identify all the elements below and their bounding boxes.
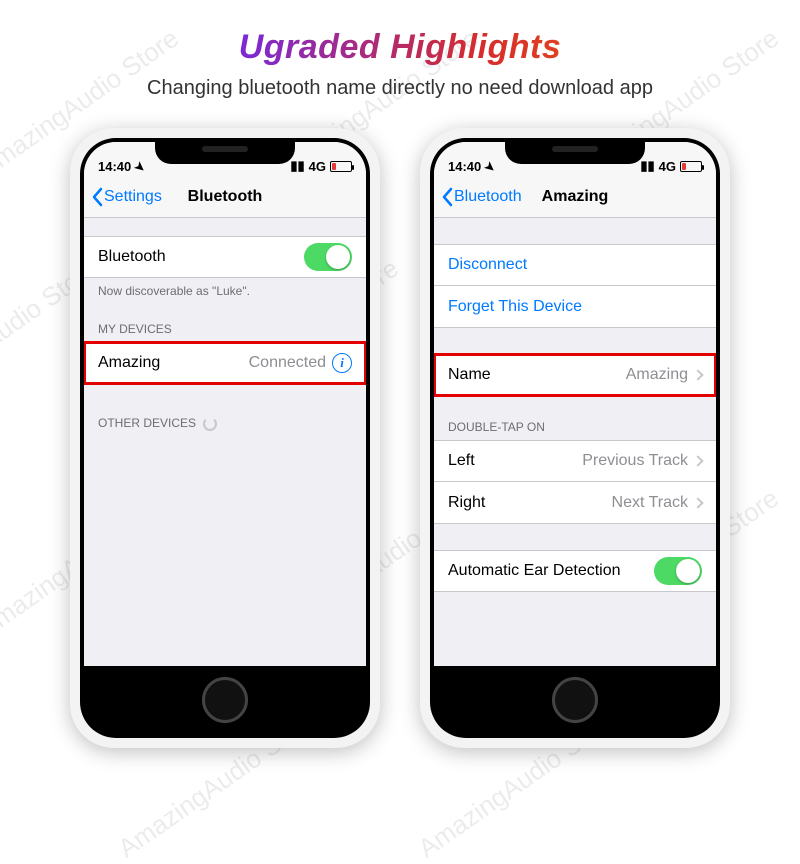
status-time: 14:40 [448, 159, 481, 174]
auto-ear-detection-row[interactable]: Automatic Ear Detection [434, 550, 716, 592]
chevron-left-icon [90, 187, 104, 207]
status-time: 14:40 [98, 159, 131, 174]
device-name: Amazing [98, 354, 160, 372]
name-value: Amazing [626, 366, 688, 384]
phone-notch [155, 138, 295, 164]
battery-icon [680, 161, 702, 172]
back-button[interactable]: Bluetooth [434, 187, 522, 207]
row-label: Name [448, 366, 491, 384]
page-subtitle: Changing bluetooth name directly no need… [0, 77, 800, 100]
row-label: Disconnect [448, 256, 527, 274]
row-value: Previous Track [582, 452, 688, 470]
back-label: Bluetooth [454, 188, 522, 206]
discoverable-note: Now discoverable as "Luke". [84, 278, 366, 298]
row-label: Automatic Ear Detection [448, 562, 621, 580]
page-title: Ugraded Highlights [0, 28, 800, 67]
left-tap-row[interactable]: Left Previous Track [434, 440, 716, 482]
toggle-on-icon[interactable] [654, 557, 702, 585]
home-button[interactable] [202, 677, 248, 723]
spinner-icon [203, 417, 217, 431]
toggle-on-icon[interactable] [304, 243, 352, 271]
chevron-right-icon [692, 455, 703, 466]
chevron-right-icon [692, 369, 703, 380]
back-label: Settings [104, 188, 162, 206]
network-label: 4G [659, 159, 676, 174]
location-icon: ➤ [482, 158, 499, 175]
home-button[interactable] [552, 677, 598, 723]
nav-bar: Settings Bluetooth [84, 176, 366, 218]
location-icon: ➤ [132, 158, 149, 175]
nav-bar: Bluetooth Amazing [434, 176, 716, 218]
device-row-amazing[interactable]: Amazing Connected i [84, 342, 366, 384]
phone-notch [505, 138, 645, 164]
section-header-my-devices: MY DEVICES [84, 316, 366, 342]
row-label: Forget This Device [448, 298, 582, 316]
battery-icon [330, 161, 352, 172]
disconnect-row[interactable]: Disconnect [434, 244, 716, 286]
row-label: Right [448, 494, 485, 512]
signal-icon: ▮▮ [290, 158, 304, 174]
chevron-left-icon [440, 187, 454, 207]
bluetooth-toggle-row[interactable]: Bluetooth [84, 236, 366, 278]
back-button[interactable]: Settings [84, 187, 162, 207]
network-label: 4G [309, 159, 326, 174]
forget-device-row[interactable]: Forget This Device [434, 286, 716, 328]
device-status: Connected [249, 354, 326, 372]
row-label: Bluetooth [98, 248, 166, 266]
row-label: Left [448, 452, 475, 470]
phone-mockup-left: 14:40 ➤ ▮▮ 4G Settings Bluetooth [70, 128, 380, 748]
section-header-double-tap: DOUBLE-TAP ON [434, 414, 716, 440]
section-header-other-devices: OTHER DEVICES [84, 410, 366, 437]
phone-mockup-right: 14:40 ➤ ▮▮ 4G Bluetooth Amazing [420, 128, 730, 748]
signal-icon: ▮▮ [640, 158, 654, 174]
chevron-right-icon [692, 497, 703, 508]
info-icon[interactable]: i [332, 353, 352, 373]
name-row[interactable]: Name Amazing [434, 354, 716, 396]
right-tap-row[interactable]: Right Next Track [434, 482, 716, 524]
row-value: Next Track [612, 494, 688, 512]
